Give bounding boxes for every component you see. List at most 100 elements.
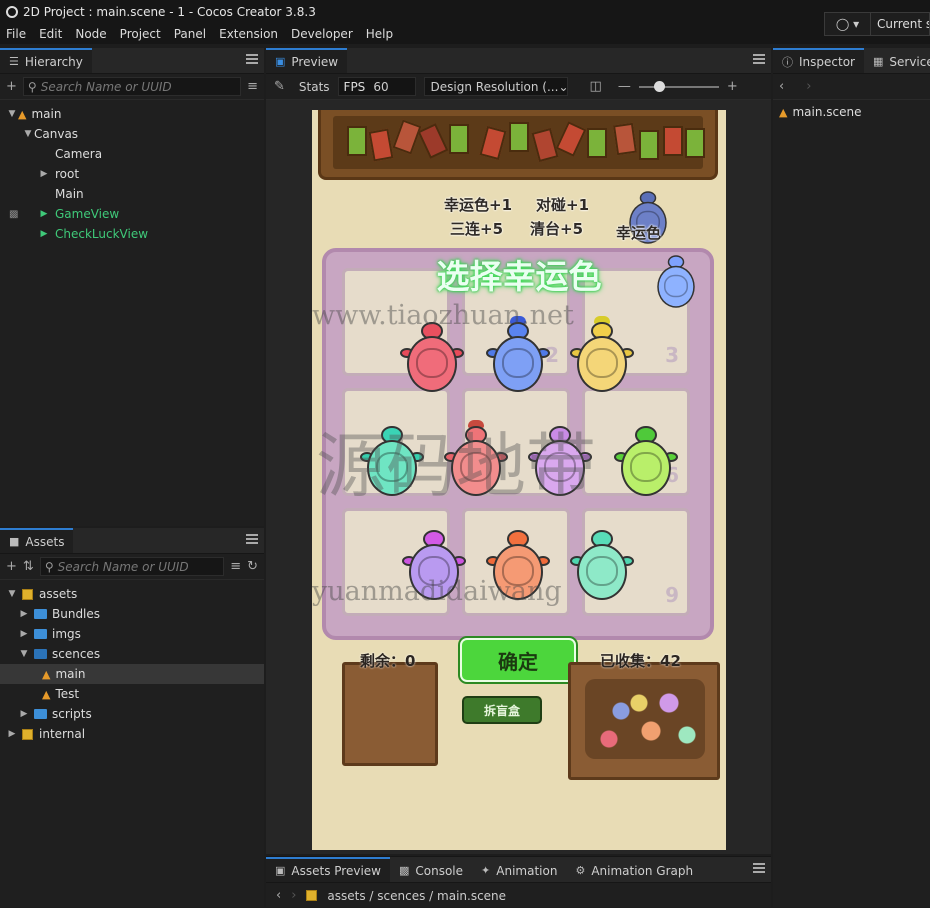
panel-menu-icon[interactable]	[246, 534, 258, 544]
tab-hierarchy[interactable]: ☰ Hierarchy	[0, 48, 92, 73]
zoom-slider[interactable]	[638, 80, 719, 92]
bottom-panel: ▣ Assets Preview ▩ Console ✦ Animation ⚙ Ani…	[266, 856, 771, 907]
asset-label: main	[55, 667, 86, 681]
menu-node[interactable]: Node	[75, 27, 106, 41]
zoom-slider-knob[interactable]	[653, 80, 665, 92]
collapse-arrow-icon[interactable]: ▶	[18, 609, 30, 619]
tree-node-camera[interactable]: Camera	[0, 144, 264, 164]
menu-file[interactable]: File	[6, 27, 26, 41]
tab-assets[interactable]: ■ Assets	[0, 528, 74, 553]
collapse-arrow-icon[interactable]: ▶	[38, 169, 50, 179]
hierarchy-search-input[interactable]: ⚲ Search Name or UUID	[22, 77, 242, 96]
stats-toggle[interactable]: Stats	[299, 80, 330, 94]
tab-service[interactable]: ▦ Service	[864, 48, 930, 73]
resolution-select[interactable]: Design Resolution (... ⌄	[423, 77, 568, 96]
tree-node-main[interactable]: ▼ ▲ main	[0, 104, 264, 124]
asset-main-scene[interactable]: ▲ main	[0, 664, 264, 684]
breadcrumb-item[interactable]: scences	[377, 889, 425, 903]
service-icon: ▦	[872, 55, 884, 68]
refresh-icon[interactable]: ↻	[247, 560, 258, 573]
expand-arrow-icon[interactable]: ▼	[22, 129, 34, 139]
menu-developer[interactable]: Developer	[291, 27, 353, 41]
current-scene-button[interactable]: Current s	[870, 11, 930, 36]
expand-arrow-icon[interactable]: ▼	[6, 589, 18, 599]
blind-box-image	[479, 125, 507, 161]
menu-edit[interactable]: Edit	[39, 27, 62, 41]
open-blind-box-button[interactable]: 拆盲盒	[462, 696, 542, 724]
zoom-out-icon[interactable]: —	[618, 80, 631, 93]
back-arrow-icon[interactable]: ‹	[779, 80, 784, 93]
tab-console[interactable]: ▩ Console	[390, 857, 472, 882]
menu-project[interactable]: Project	[120, 27, 161, 41]
menu-panel[interactable]: Panel	[174, 27, 206, 41]
engine-dropdown[interactable]: ◯ ▾	[824, 11, 870, 36]
expand-arrow-icon[interactable]: ▼	[18, 649, 30, 659]
zoom-in-icon[interactable]: +	[727, 80, 738, 93]
confirm-button[interactable]: 确定	[460, 638, 576, 682]
collected-value: 42	[660, 652, 681, 670]
tree-node-main-child[interactable]: Main	[0, 184, 264, 204]
bottom-tabbar: ▣ Assets Preview ▩ Console ✦ Animation ⚙ Ani…	[266, 857, 771, 883]
asset-test-scene[interactable]: ▲ Test	[0, 684, 264, 704]
list-icon[interactable]: ≡	[230, 560, 241, 573]
turtle-green[interactable]	[614, 424, 678, 502]
turtle-red[interactable]	[400, 320, 464, 398]
sort-icon[interactable]: ≡	[247, 80, 258, 93]
forward-arrow-icon[interactable]: ›	[806, 80, 811, 93]
assets-tree: ▼ assets ▶ Bundles ▶ imgs ▼ scences ▲ main ▲ T…	[0, 580, 264, 744]
turtle-blue[interactable]	[486, 316, 550, 398]
panel-menu-icon[interactable]	[753, 54, 765, 64]
forward-arrow-icon[interactable]: ›	[291, 889, 296, 902]
panel-menu-icon[interactable]	[753, 863, 765, 873]
add-icon[interactable]: +	[6, 560, 17, 573]
collapse-arrow-icon[interactable]: ▶	[18, 709, 30, 719]
assets-search-input[interactable]: ⚲ Search Name or UUID	[39, 557, 225, 576]
menu-help[interactable]: Help	[366, 27, 393, 41]
folder-icon	[34, 709, 47, 719]
tab-animation-graph[interactable]: ⚙ Animation Graph	[566, 857, 702, 882]
panel-menu-icon[interactable]	[246, 54, 258, 64]
tree-node-root[interactable]: ▶ root	[0, 164, 264, 184]
tab-inspector[interactable]: ⓘ Inspector	[773, 48, 864, 73]
lock-icon[interactable]: ▩	[9, 209, 18, 220]
breadcrumb-item[interactable]: main.scene	[437, 889, 506, 903]
collapse-arrow-icon[interactable]: ▶	[6, 729, 18, 739]
breadcrumb-item[interactable]: assets	[327, 889, 365, 903]
sort-icon[interactable]: ⇅	[23, 560, 34, 573]
inspector-scene-item[interactable]: ▲ main.scene	[773, 102, 930, 122]
fps-field[interactable]: FPS 60	[337, 77, 416, 96]
asset-imgs[interactable]: ▶ imgs	[0, 624, 264, 644]
flame-icon: ▲	[18, 107, 27, 121]
tab-assets-preview[interactable]: ▣ Assets Preview	[266, 857, 390, 882]
screenshot-icon[interactable]: ✎	[274, 80, 285, 93]
blind-box-image	[685, 128, 705, 158]
search-placeholder: Search Name or UUID	[40, 79, 172, 94]
tab-label: Animation Graph	[591, 863, 694, 878]
asset-scripts[interactable]: ▶ scripts	[0, 704, 264, 724]
turtle-yellow[interactable]	[570, 316, 634, 398]
collapse-arrow-icon[interactable]: ▶	[38, 209, 50, 219]
back-arrow-icon[interactable]: ‹	[276, 889, 281, 902]
expand-arrow-icon[interactable]: ▼	[6, 109, 18, 119]
asset-scences[interactable]: ▼ scences	[0, 644, 264, 664]
tree-node-canvas[interactable]: ▼ Canvas	[0, 124, 264, 144]
asset-label: Test	[55, 687, 80, 701]
collapse-arrow-icon[interactable]: ▶	[18, 629, 30, 639]
asset-internal[interactable]: ▶ internal	[0, 724, 264, 744]
tree-node-checkluckview[interactable]: ▶ CheckLuckView	[0, 224, 264, 244]
blind-box-image	[663, 126, 683, 156]
asset-bundles[interactable]: ▶ Bundles	[0, 604, 264, 624]
tree-node-gameview[interactable]: ▩ ▶ GameView	[0, 204, 264, 224]
collapse-arrow-icon[interactable]: ▶	[38, 229, 50, 239]
turtle-mint[interactable]	[570, 528, 634, 606]
asset-assets[interactable]: ▼ assets	[0, 584, 264, 604]
tab-preview[interactable]: ▣ Preview	[266, 48, 348, 73]
breadcrumb-path: assets / scences / main.scene	[327, 888, 507, 903]
tab-animation[interactable]: ✦ Animation	[472, 857, 566, 882]
rotate-icon[interactable]: ◫	[590, 80, 602, 93]
add-icon[interactable]: +	[6, 80, 17, 93]
search-icon: ⚲	[44, 559, 54, 574]
asset-label: scences	[52, 647, 101, 661]
menu-extension[interactable]: Extension	[219, 27, 278, 41]
game-stage[interactable]: 幸运色+1 对碰+1 三连+5 清台+5 幸运色 2 3 6 9 选择幸运色 w…	[312, 110, 726, 850]
